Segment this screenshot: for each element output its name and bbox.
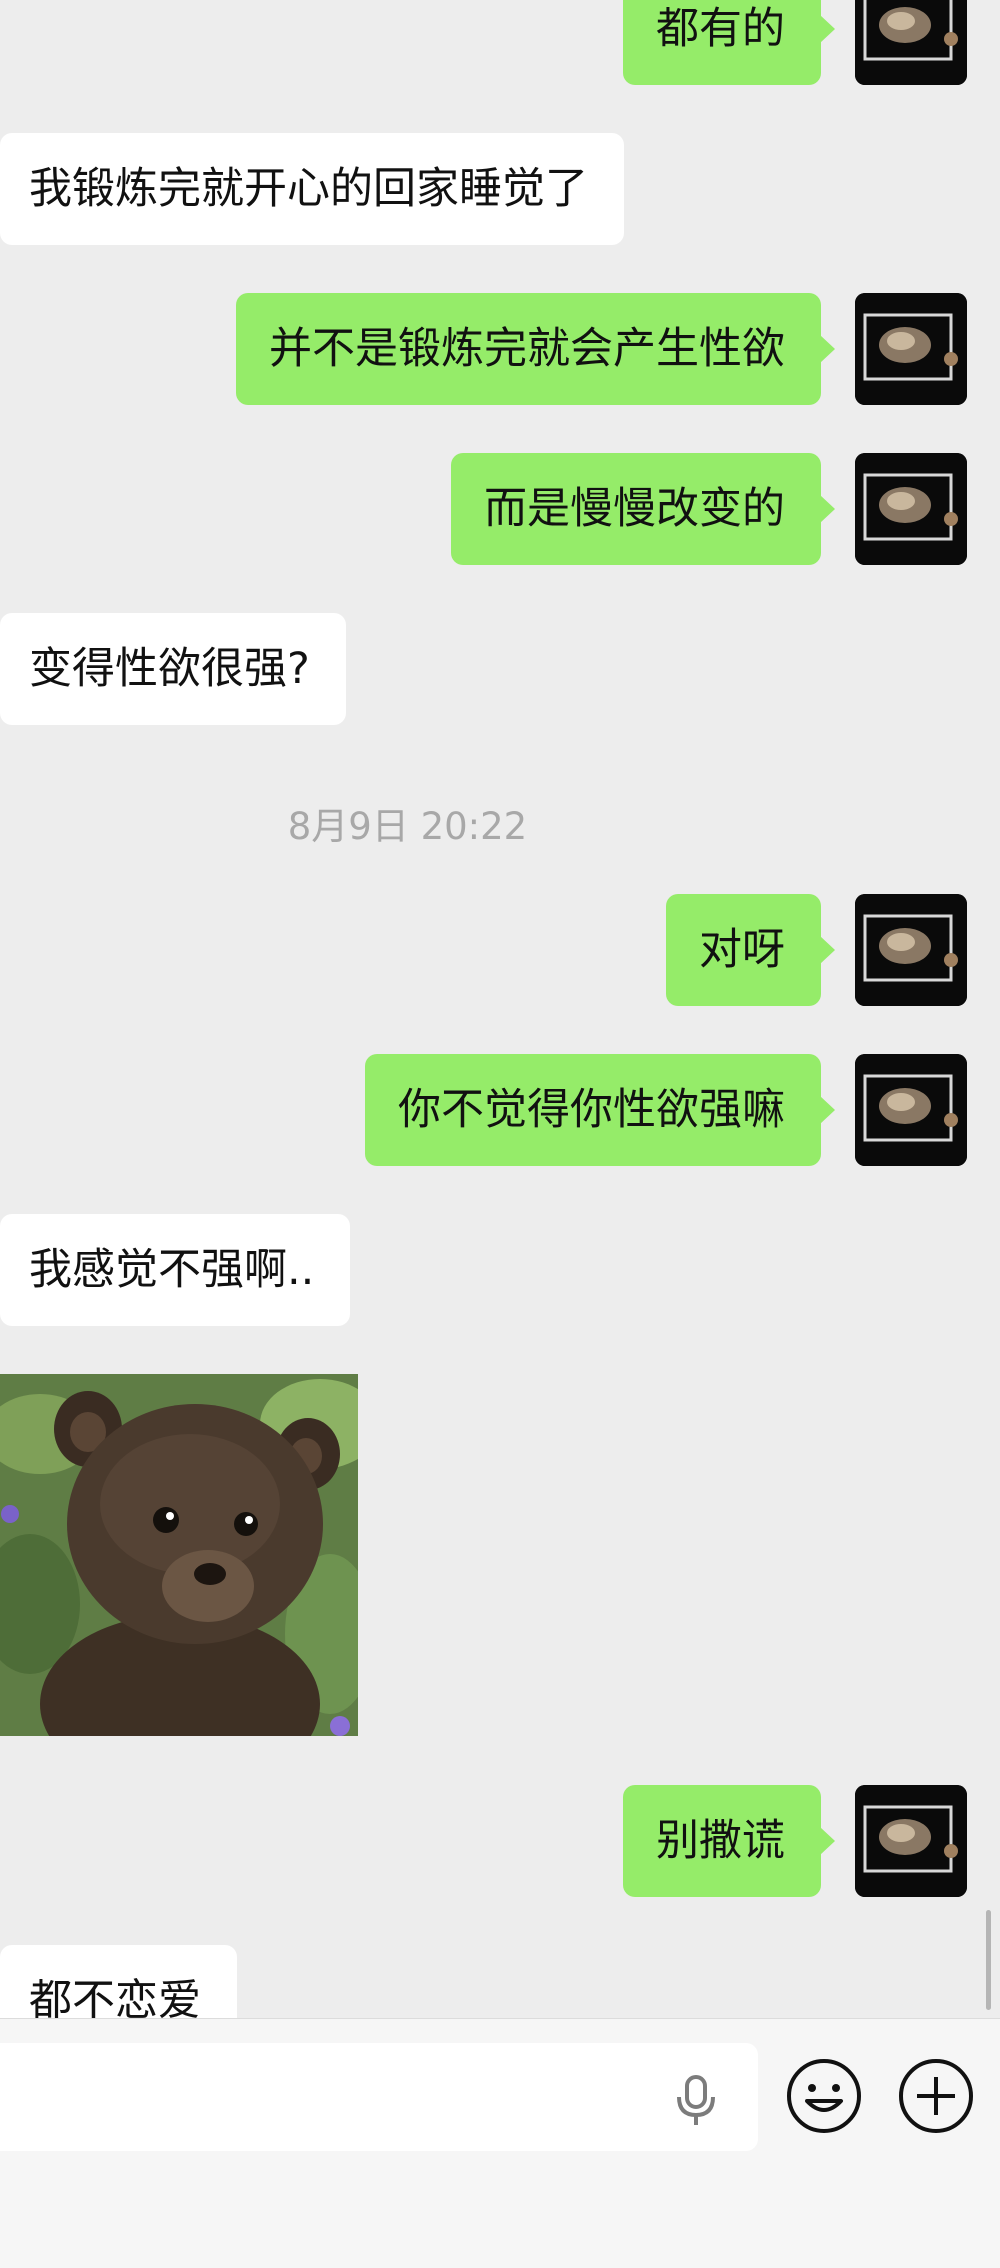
avatar-image	[855, 894, 967, 1006]
avatar-image	[855, 453, 967, 565]
outgoing-message-bubble[interactable]: 你不觉得你性欲强嘛	[365, 1054, 835, 1166]
my-avatar[interactable]	[855, 1054, 967, 1166]
outgoing-message-bubble[interactable]: 而是慢慢改变的	[451, 453, 835, 565]
scrollbar[interactable]	[986, 1910, 991, 2010]
message-row-outgoing: 对呀	[0, 894, 1000, 1006]
emoji-button[interactable]	[785, 2057, 863, 2135]
bear-cub-image	[0, 1374, 358, 1736]
message-input[interactable]	[0, 2043, 758, 2151]
message-row-outgoing: 并不是锻炼完就会产生性欲	[0, 293, 1000, 405]
message-row-outgoing: 都有的	[0, 0, 1000, 85]
bear-cub-sticker[interactable]	[0, 1374, 358, 1736]
outgoing-message-bubble[interactable]: 并不是锻炼完就会产生性欲	[236, 293, 835, 405]
incoming-message-bubble[interactable]: 都不恋爱	[0, 1945, 237, 2018]
microphone-icon[interactable]	[670, 2071, 722, 2127]
message-row-outgoing: 而是慢慢改变的	[0, 453, 1000, 565]
avatar-image	[855, 1785, 967, 1897]
my-avatar[interactable]	[855, 0, 967, 85]
message-timestamp: 8月9日 20:22	[287, 805, 528, 848]
my-avatar[interactable]	[855, 293, 967, 405]
incoming-message-bubble[interactable]: 变得性欲很强?	[0, 613, 346, 725]
avatar-image	[855, 0, 967, 85]
outgoing-message-bubble[interactable]: 对呀	[666, 894, 835, 1006]
outgoing-message-bubble[interactable]: 都有的	[623, 0, 835, 85]
message-row-outgoing: 别撒谎	[0, 1785, 1000, 1897]
message-row-outgoing: 你不觉得你性欲强嘛	[0, 1054, 1000, 1166]
message-row-incoming: 都不恋爱	[0, 1945, 1000, 2018]
incoming-message-bubble[interactable]: 我锻炼完就开心的回家睡觉了	[0, 133, 624, 245]
avatar-image	[855, 1054, 967, 1166]
message-row-incoming: 我感觉不强啊..	[0, 1214, 1000, 1326]
more-button[interactable]	[897, 2057, 975, 2135]
message-row-incoming: 变得性欲很强?	[0, 613, 1000, 725]
my-avatar[interactable]	[855, 894, 967, 1006]
message-row-incoming: 我锻炼完就开心的回家睡觉了	[0, 133, 1000, 245]
outgoing-message-bubble[interactable]: 别撒谎	[623, 1785, 835, 1897]
chat-area[interactable]: 都有的 我锻炼完就开心的回家睡觉了 并不是锻炼完就会产生性欲 而是慢慢改变的 变…	[0, 0, 1000, 2018]
avatar-image	[855, 293, 967, 405]
emoji-icon	[787, 2059, 861, 2133]
plus-icon	[899, 2059, 973, 2133]
my-avatar[interactable]	[855, 453, 967, 565]
incoming-message-bubble[interactable]: 我感觉不强啊..	[0, 1214, 351, 1326]
my-avatar[interactable]	[855, 1785, 967, 1897]
input-bar	[0, 2018, 1000, 2268]
